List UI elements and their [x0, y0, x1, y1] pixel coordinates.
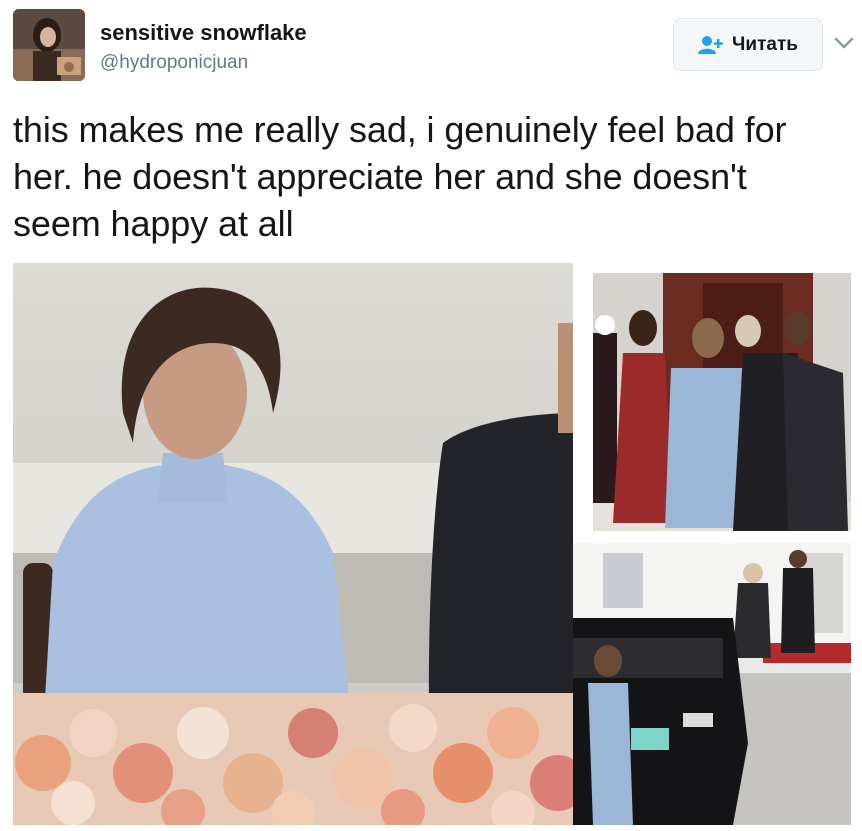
- chevron-down-icon[interactable]: [834, 36, 854, 50]
- photo-image: [13, 263, 573, 825]
- tweet-text: this makes me really sad, i genuinely fe…: [13, 109, 787, 244]
- profile-photo-icon: [13, 9, 85, 81]
- display-name[interactable]: sensitive snowflake: [100, 20, 307, 46]
- photo-bottom-right[interactable]: [573, 543, 851, 825]
- follow-button[interactable]: Читать: [673, 18, 823, 71]
- photo-main[interactable]: [13, 263, 573, 825]
- add-user-icon: [698, 35, 723, 54]
- avatar[interactable]: [13, 9, 85, 81]
- follow-button-label: Читать: [732, 33, 798, 55]
- photo-image: [573, 543, 851, 825]
- photo-top-right[interactable]: [593, 273, 851, 531]
- tweet-header: sensitive snowflake @hydroponicjuan Чита…: [0, 0, 862, 96]
- photo-image: [593, 273, 851, 531]
- media-grid: [13, 263, 851, 825]
- user-handle[interactable]: @hydroponicjuan: [100, 52, 248, 74]
